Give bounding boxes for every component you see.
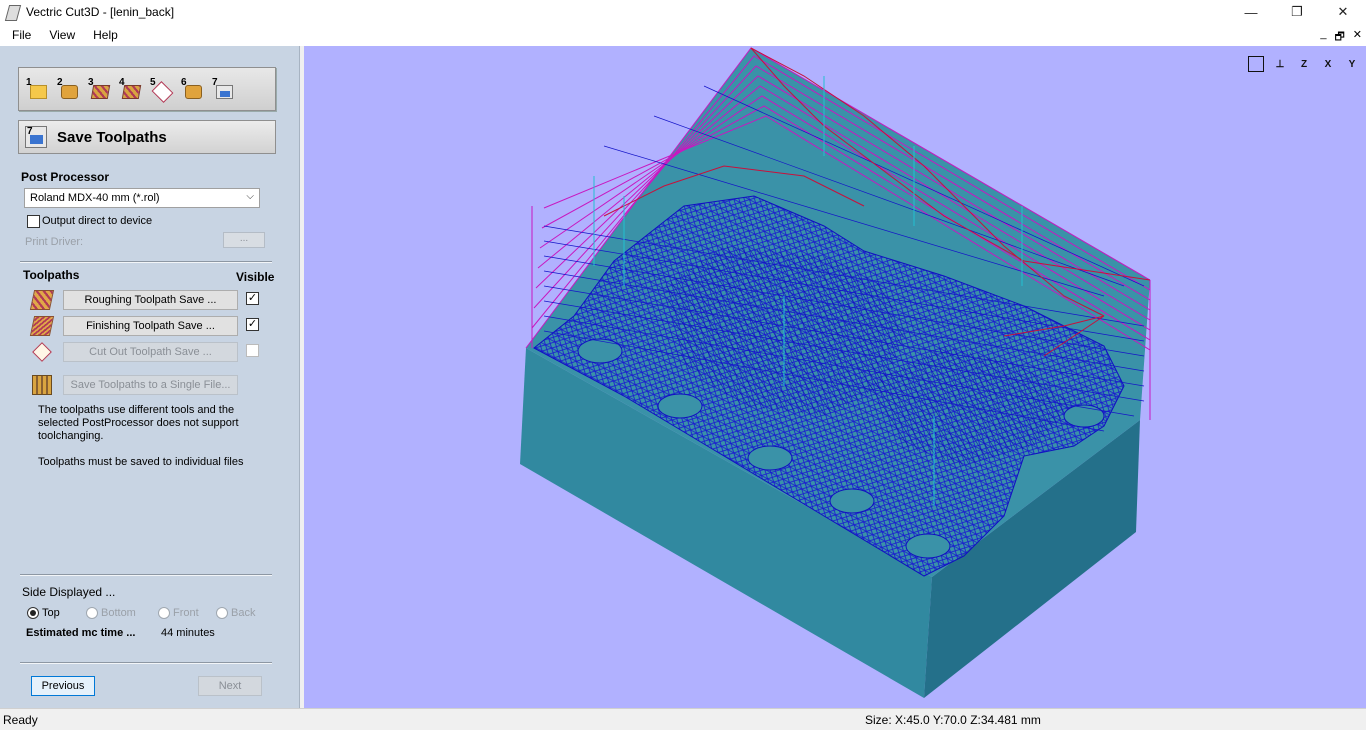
divider [20, 662, 272, 664]
menu-bar: File View Help _ 🗗 ✕ [0, 24, 1366, 46]
save-single-file-button[interactable]: Save Toolpaths to a Single File... [63, 375, 238, 395]
app-icon [4, 4, 20, 20]
close-button[interactable]: ✕ [1320, 0, 1366, 24]
mdi-close-button[interactable]: ✕ [1353, 28, 1362, 47]
side-top-label: Top [42, 607, 60, 619]
maximize-button[interactable]: ❐ [1274, 0, 1320, 24]
hole [829, 488, 875, 514]
step-3-roughing-icon[interactable]: 3 [87, 77, 112, 102]
mdi-restore-button[interactable]: 🗗 [1334, 28, 1344, 47]
save-single-file-icon [32, 375, 52, 395]
estimated-time-value: 44 minutes [161, 627, 215, 639]
side-bottom-radio[interactable] [86, 607, 98, 619]
output-direct-checkbox[interactable] [27, 215, 40, 228]
toolpath-preview [520, 47, 1151, 698]
minimize-button[interactable]: — [1228, 0, 1274, 24]
step-7-save-icon[interactable]: 7 [211, 77, 236, 102]
chevron-down-icon: ⌵ [246, 191, 254, 202]
hole [905, 533, 951, 559]
post-processor-select[interactable]: Roland MDX-40 mm (*.rol) ⌵ [24, 188, 260, 208]
hole [577, 338, 623, 364]
step-2-material-icon[interactable]: 2 [56, 77, 81, 102]
finishing-visible-checkbox[interactable]: ✓ [246, 318, 259, 331]
view-x-icon[interactable]: X [1318, 54, 1338, 74]
previous-button[interactable]: Previous [31, 676, 95, 696]
model-size-text: Size: X:45.0 Y:70.0 Z:34.481 mm [865, 713, 1041, 727]
step-6-preview-icon[interactable]: 6 [180, 77, 205, 102]
post-processor-label: Post Processor [21, 170, 110, 184]
step-toolbar: 1 2 3 4 5 6 7 [18, 67, 276, 111]
cutout-save-button[interactable]: Cut Out Toolpath Save ... [63, 342, 238, 362]
menu-help[interactable]: Help [87, 28, 124, 42]
hole [657, 393, 703, 419]
next-button[interactable]: Next [198, 676, 262, 696]
page-title: Save Toolpaths [57, 128, 167, 146]
side-bottom-label: Bottom [101, 607, 136, 619]
divider [20, 574, 272, 576]
side-front-radio[interactable] [158, 607, 170, 619]
window-controls: — ❐ ✕ [1228, 0, 1366, 24]
toolpaths-label: Toolpaths [23, 268, 80, 282]
title-bar: Vectric Cut3D - [lenin_back] — ❐ ✕ [0, 0, 1366, 24]
zoom-fit-icon[interactable] [1248, 56, 1264, 72]
cutout-toolpath-icon [32, 342, 52, 362]
status-bar: Ready Size: X:45.0 Y:70.0 Z:34.481 mm [0, 708, 1366, 730]
mdi-controls: _ 🗗 ✕ [1320, 28, 1362, 47]
roughing-save-button[interactable]: Roughing Toolpath Save ... [63, 290, 238, 310]
mdi-minimize-button[interactable]: _ [1320, 28, 1326, 47]
finishing-toolpath-icon [29, 316, 55, 336]
individual-files-info-text: Toolpaths must be saved to individual fi… [38, 456, 244, 468]
side-back-label: Back [231, 607, 256, 619]
menu-view[interactable]: View [43, 28, 81, 42]
step-4-finishing-icon[interactable]: 4 [118, 77, 143, 102]
menu-file[interactable]: File [6, 28, 37, 42]
hole [747, 445, 793, 471]
roughing-visible-checkbox[interactable]: ✓ [246, 292, 259, 305]
window-title: Vectric Cut3D - [lenin_back] [26, 5, 175, 19]
save-toolpaths-icon: 7 [25, 126, 47, 148]
view-z-icon[interactable]: Z [1294, 54, 1314, 74]
iso-view-icon[interactable]: ⊥ [1270, 54, 1290, 74]
cutout-visible-checkbox[interactable] [246, 344, 259, 357]
visible-label: Visible [236, 270, 275, 284]
side-top-radio[interactable] [27, 607, 39, 619]
side-back-radio[interactable] [216, 607, 228, 619]
print-driver-label: Print Driver: [25, 236, 84, 248]
side-front-label: Front [173, 607, 199, 619]
3d-viewport[interactable]: ⊥ Z X Y [304, 46, 1366, 708]
toolchange-info-text: The toolpaths use different tools and th… [38, 404, 239, 442]
step-1-open-icon[interactable]: 1 [25, 77, 50, 102]
output-direct-label: Output direct to device [42, 215, 153, 227]
view-y-icon[interactable]: Y [1342, 54, 1362, 74]
roughing-toolpath-icon [29, 290, 55, 310]
side-displayed-label: Side Displayed ... [22, 585, 116, 599]
status-text: Ready [3, 713, 38, 727]
step-5-cutout-icon[interactable]: 5 [149, 77, 174, 103]
hole [1063, 404, 1105, 428]
section-header: 7 Save Toolpaths [18, 120, 276, 154]
wizard-panel: 1 2 3 4 5 6 7 7 Save Toolpaths Post Proc… [0, 46, 300, 708]
divider [20, 261, 272, 263]
estimated-time-label: Estimated mc time ... [26, 627, 136, 639]
browse-button[interactable]: ... [223, 232, 265, 248]
finishing-save-button[interactable]: Finishing Toolpath Save ... [63, 316, 238, 336]
view-toolbar: ⊥ Z X Y [1246, 54, 1362, 74]
